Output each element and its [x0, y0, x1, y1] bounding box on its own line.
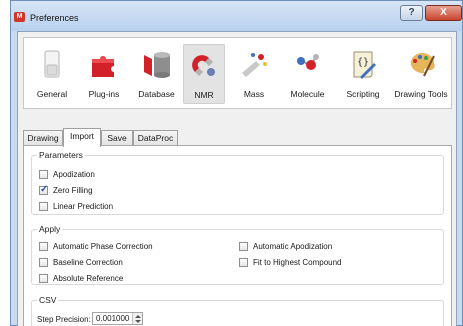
- parameters-group: Parameters Apodization ✓ Zero Filling Li…: [31, 150, 444, 215]
- category-molecule[interactable]: Molecule: [280, 44, 335, 104]
- checkbox-label: Absolute Reference: [53, 274, 124, 283]
- checkbox-label: Baseline Correction: [53, 258, 123, 267]
- switch-icon: [44, 50, 60, 78]
- preferences-window: M Preferences ? X General Plug-ins Datab…: [10, 0, 463, 326]
- script-icon: {}: [353, 51, 376, 79]
- checkbox-box: [239, 242, 248, 251]
- category-nmr[interactable]: NMR: [183, 44, 225, 104]
- group-title: CSV: [37, 295, 59, 305]
- category-label: Database: [138, 89, 175, 99]
- checkbox-label: Zero Filling: [53, 186, 93, 195]
- window-title: Preferences: [30, 13, 79, 23]
- puzzle-icon: [92, 56, 114, 77]
- checkbox-box: ✓: [39, 184, 49, 195]
- checkbox-box: [39, 258, 48, 267]
- spinbox-arrows[interactable]: [132, 313, 142, 324]
- svg-text:{}: {}: [357, 57, 369, 68]
- category-label: Mass: [243, 89, 265, 99]
- step-precision-spinbox[interactable]: 0.001000: [92, 312, 143, 325]
- arrow-down-icon[interactable]: [135, 320, 141, 323]
- checkbox-box: [39, 202, 48, 211]
- category-label: Scripting: [346, 89, 380, 99]
- category-database[interactable]: Database: [131, 44, 182, 104]
- category-plugins[interactable]: Plug-ins: [79, 44, 129, 104]
- checkbox-label: Apodization: [53, 170, 95, 179]
- checkbox-label: Fit to Highest Compound: [253, 258, 342, 267]
- checkbox-label: Linear Prediction: [53, 202, 114, 211]
- step-precision-label: Step Precision:: [37, 315, 91, 324]
- checkbox-box: [39, 242, 48, 251]
- tab-save[interactable]: Save: [101, 130, 133, 146]
- mass-spec-icon: [242, 53, 267, 77]
- category-scripting[interactable]: {} Scripting: [338, 44, 388, 104]
- spinbox-value: 0.001000: [96, 314, 130, 323]
- checkbox-label: Automatic Phase Correction: [53, 242, 153, 251]
- dialog-body: General Plug-ins Database NMR Mass Molec…: [17, 31, 457, 326]
- palette-icon: [410, 52, 435, 77]
- checkbox-box: [39, 274, 48, 283]
- checkbox-box: [239, 258, 248, 267]
- magnet-icon: [192, 55, 215, 76]
- database-icon: [143, 52, 170, 78]
- category-label: General: [36, 89, 68, 99]
- group-title: Apply: [37, 224, 63, 234]
- category-general[interactable]: General: [28, 44, 76, 104]
- help-button[interactable]: ?: [400, 5, 423, 21]
- title-bar[interactable]: M Preferences ? X: [11, 1, 462, 31]
- tab-dataproc[interactable]: DataProc: [133, 130, 178, 146]
- close-button[interactable]: X: [425, 5, 462, 21]
- checkbox-label: Automatic Apodization: [253, 242, 333, 251]
- molecule-icon: [296, 54, 319, 70]
- category-mass[interactable]: Mass: [231, 44, 277, 104]
- import-tab-panel: Parameters Apodization ✓ Zero Filling Li…: [23, 145, 452, 326]
- mnova-app-icon: M: [14, 12, 25, 22]
- group-title: Parameters: [37, 150, 85, 160]
- apply-group: Apply Automatic Phase Correction Baselin…: [31, 224, 444, 285]
- arrow-up-icon[interactable]: [135, 315, 141, 318]
- checkbox-box: [39, 170, 48, 179]
- category-label: NMR: [194, 90, 214, 100]
- tab-drawing[interactable]: Drawing: [23, 130, 63, 146]
- category-label: Drawing Tools: [394, 89, 448, 99]
- csv-group: CSV Step Precision: 0.001000: [31, 295, 444, 326]
- category-drawing-tools[interactable]: Drawing Tools: [391, 44, 451, 104]
- category-label: Molecule: [290, 89, 325, 99]
- tab-import[interactable]: Import: [63, 128, 101, 147]
- checkmark-icon: ✓: [40, 184, 49, 195]
- category-toolbar: General Plug-ins Database NMR Mass Molec…: [23, 37, 452, 109]
- category-label: Plug-ins: [88, 89, 120, 99]
